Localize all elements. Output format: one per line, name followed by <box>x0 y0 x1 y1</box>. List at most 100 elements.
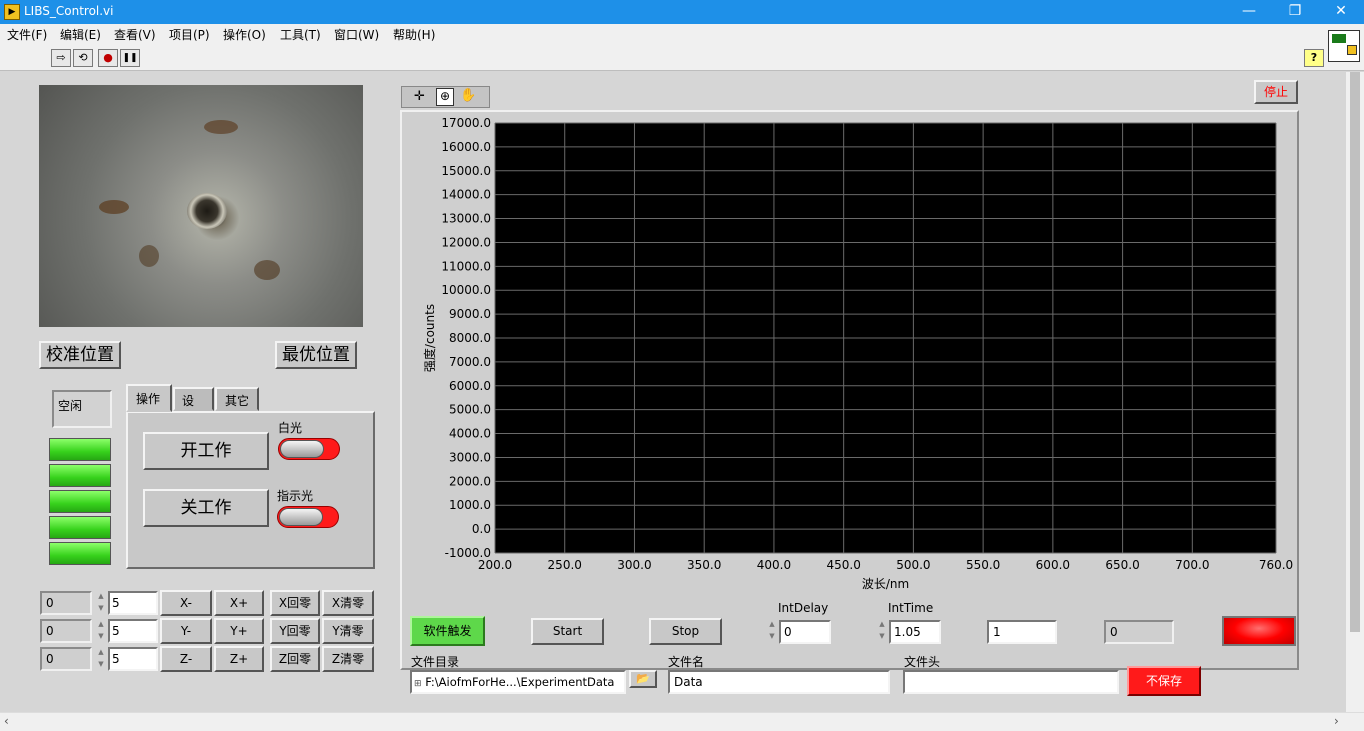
zoom-tool-icon[interactable]: ⊕ <box>436 88 454 106</box>
y-tick-label: 8000.0 <box>449 331 491 345</box>
x-home-button[interactable]: X回零 <box>270 590 320 616</box>
start-button[interactable]: Start <box>531 618 604 645</box>
tab-settings[interactable]: 设置 <box>173 387 214 425</box>
y-tick-label: 4000.0 <box>449 427 491 441</box>
z-step-input[interactable]: 5 <box>108 647 158 671</box>
y-minus-button[interactable]: Y- <box>160 618 212 644</box>
status-led <box>49 516 111 539</box>
menu-tools[interactable]: 工具(T) <box>280 26 321 43</box>
close-button[interactable]: ✕ <box>1318 0 1364 24</box>
path-icon: ⊞ <box>414 679 422 689</box>
start-work-button[interactable]: 开工作 <box>143 432 269 470</box>
status-led <box>49 542 111 565</box>
best-position-button[interactable]: 最优位置 <box>275 341 357 369</box>
vertical-scroll-thumb[interactable] <box>1350 72 1360 632</box>
menu-file[interactable]: 文件(F) <box>7 26 47 43</box>
vi-connector-icon <box>1328 30 1360 62</box>
menu-window[interactable]: 窗口(W) <box>334 26 379 43</box>
directory-path-input[interactable]: ⊞ F:\AiofmForHe...\ExperimentData <box>410 670 626 694</box>
abort-icon[interactable]: ● <box>98 49 118 67</box>
stop-acquire-button[interactable]: Stop <box>649 618 722 645</box>
status-indicator: 空闲 <box>52 390 112 428</box>
y-tick-label: 11000.0 <box>441 259 491 273</box>
int-time-value: 1.05 <box>894 625 921 639</box>
cursor-tool-icon[interactable]: ✛ <box>414 89 425 104</box>
int-delay-spinner-icon[interactable]: ▲ ▼ <box>766 618 778 644</box>
pause-icon[interactable]: ❚❚ <box>120 49 140 67</box>
menu-edit[interactable]: 编辑(E) <box>60 26 101 43</box>
x-minus-button[interactable]: X- <box>160 590 212 616</box>
y-position-display: 0 <box>40 619 92 643</box>
z-home-button[interactable]: Z回零 <box>270 646 320 672</box>
menu-help[interactable]: 帮助(H) <box>393 26 435 43</box>
z-minus-button[interactable]: Z- <box>160 646 212 672</box>
white-light-toggle[interactable] <box>278 438 340 460</box>
file-name-label: 文件名 <box>668 655 705 669</box>
x-tick-label: 650.0 <box>1105 558 1139 572</box>
labview-vi-icon: ▶ <box>4 4 20 20</box>
x-plus-button[interactable]: X+ <box>214 590 264 616</box>
y-tick-label: 6000.0 <box>449 379 491 393</box>
y-tick-label: 5000.0 <box>449 403 491 417</box>
software-trigger-button[interactable]: 软件触发 <box>410 616 485 646</box>
int-delay-input[interactable]: 0 <box>779 620 831 644</box>
pan-tool-icon[interactable]: ✋ <box>460 88 476 103</box>
x-tick-label: 500.0 <box>896 558 930 572</box>
calibrate-position-button[interactable]: 校准位置 <box>39 341 121 369</box>
x-position-display: 0 <box>40 591 92 615</box>
x-step-input[interactable]: 5 <box>108 591 158 615</box>
y-clear-button[interactable]: Y清零 <box>322 618 374 644</box>
y-plus-button[interactable]: Y+ <box>214 618 264 644</box>
z-clear-button[interactable]: Z清零 <box>322 646 374 672</box>
y-tick-label: 12000.0 <box>441 235 491 249</box>
directory-label: 文件目录 <box>411 655 460 669</box>
x-tick-label: 600.0 <box>1036 558 1070 572</box>
int-time-input[interactable]: 1.05 <box>889 620 941 644</box>
x-tick-label: 760.0 <box>1259 558 1293 572</box>
stop-work-button[interactable]: 关工作 <box>143 489 269 527</box>
vertical-scrollbar[interactable] <box>1346 72 1364 712</box>
y-step-spinner-icon[interactable]: ▲ ▼ <box>95 618 107 644</box>
tab-operate[interactable]: 操作 <box>126 384 172 412</box>
x-step-spinner-icon[interactable]: ▲ ▼ <box>95 590 107 616</box>
run-arrow-icon[interactable]: ⇨ <box>51 49 71 67</box>
indicator-light-toggle[interactable] <box>277 506 339 528</box>
y-step-input[interactable]: 5 <box>108 619 158 643</box>
camera-image <box>39 85 363 327</box>
y-tick-label: 7000.0 <box>449 355 491 369</box>
file-name-input[interactable]: Data <box>668 670 890 694</box>
menu-operate[interactable]: 操作(O) <box>223 26 266 43</box>
y-home-button[interactable]: Y回零 <box>270 618 320 644</box>
horizontal-scrollbar[interactable]: ‹ › <box>0 712 1364 731</box>
minimize-button[interactable]: — <box>1226 0 1272 24</box>
count-input[interactable]: 1 <box>987 620 1057 644</box>
x-tick-label: 300.0 <box>617 558 651 572</box>
int-time-label: IntTime <box>888 601 934 615</box>
y-position-value: 0 <box>46 624 54 638</box>
tab-other[interactable]: 其它 <box>215 387 259 411</box>
int-delay-value: 0 <box>784 625 792 639</box>
file-name-value: Data <box>674 675 703 689</box>
context-help-icon[interactable]: ? <box>1304 49 1324 67</box>
scroll-left-icon[interactable]: ‹ <box>4 714 9 728</box>
file-header-input[interactable] <box>903 670 1119 694</box>
z-plus-button[interactable]: Z+ <box>214 646 264 672</box>
menu-project[interactable]: 项目(P) <box>169 26 210 43</box>
x-tick-label: 350.0 <box>687 558 721 572</box>
no-save-button[interactable]: 不保存 <box>1127 666 1201 696</box>
spectrum-graph[interactable]: 200.0 250.0 300.0 350.0 400.0 450.0 500.0 550.0… <box>400 110 1299 670</box>
front-panel: 校准位置 最优位置 空闲 操作 设置 其它 开工作 关工作 白光 指示光 0 ▲… <box>0 72 1346 712</box>
stop-button[interactable]: 停止 <box>1254 80 1298 104</box>
menu-view[interactable]: 查看(V) <box>114 26 156 43</box>
z-step-spinner-icon[interactable]: ▲ ▼ <box>95 646 107 672</box>
y-tick-label: 1000.0 <box>449 498 491 512</box>
status-led <box>49 438 111 461</box>
status-led <box>49 464 111 487</box>
browse-folder-icon[interactable]: 📂 <box>629 670 657 688</box>
maximize-button[interactable]: ❐ <box>1272 0 1318 24</box>
scroll-right-icon[interactable]: › <box>1334 714 1339 728</box>
x-clear-button[interactable]: X清零 <box>322 590 374 616</box>
file-header-label: 文件头 <box>904 655 941 669</box>
int-time-spinner-icon[interactable]: ▲ ▼ <box>876 618 888 644</box>
run-continuously-icon[interactable]: ⟲ <box>73 49 93 67</box>
